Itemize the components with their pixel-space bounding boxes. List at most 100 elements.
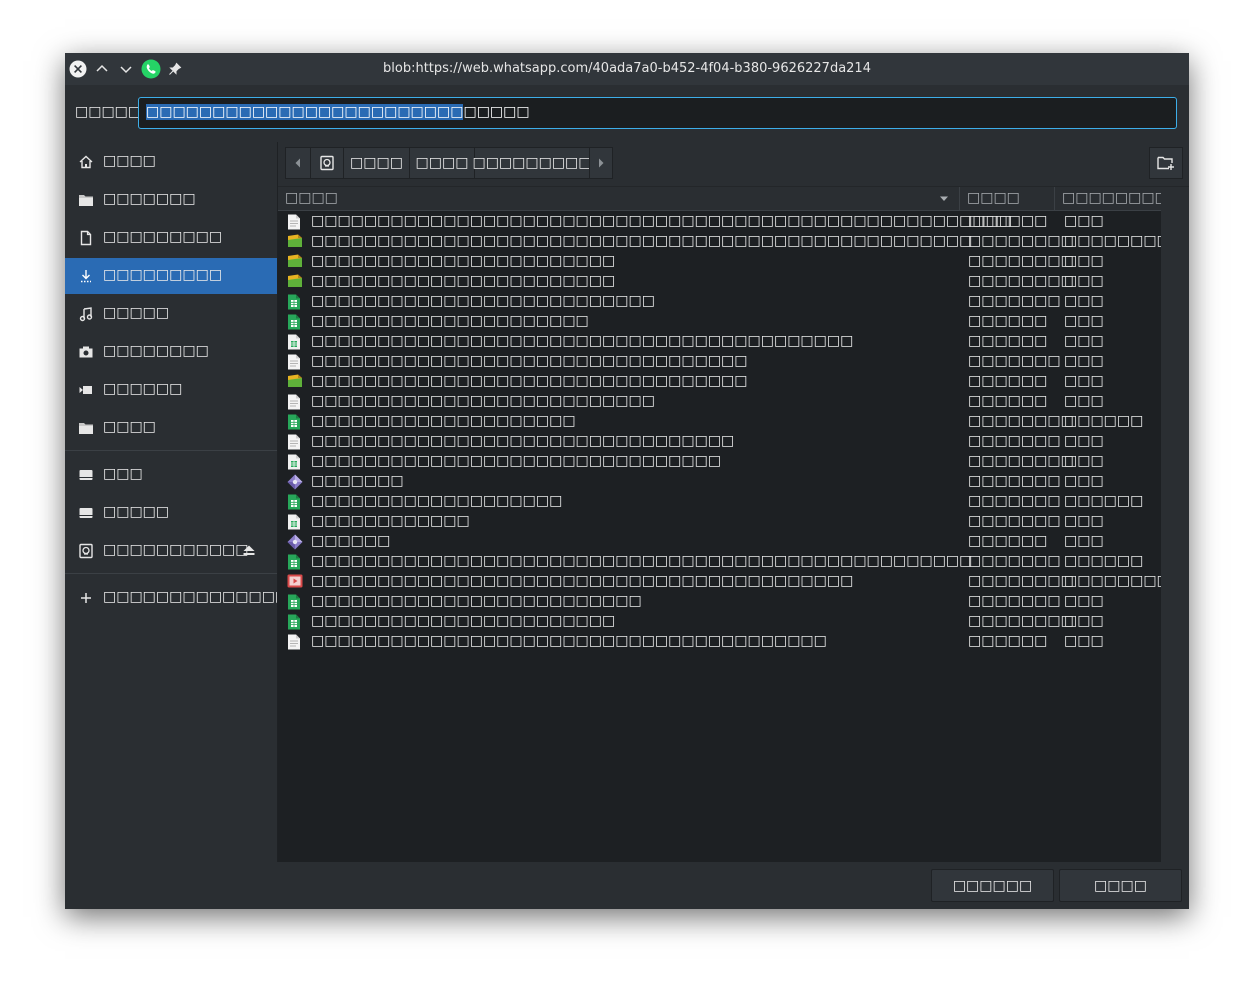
file-row[interactable]: □□□□□□□□□□□□□□□□□□□□□□□□□□□□□□□□□□□□□□□□… [278,332,1162,352]
sidebar-item-drive-2[interactable]: □□□□□ [65,495,277,531]
file-row[interactable]: □□□□□□□□□□□□□□□□□□□□□□□□□□□□□□□□□□□□□□□□… [278,572,1183,592]
file-modified: □□□ [1064,593,1104,609]
new-folder-icon [1157,156,1174,170]
breadcrumb-root-button[interactable] [310,147,344,179]
breadcrumb-back-button[interactable] [285,147,311,179]
file-row[interactable]: □□□□□□□ □□□□□□□ □□□ [278,472,1162,492]
diamond-file-icon [287,534,303,550]
vertical-scrollbar[interactable] [1161,187,1189,862]
save-button[interactable]: □□□□□□ [931,869,1054,902]
file-row[interactable]: □□□□□□□□□□□□□□□□□□□ □□□□□□□ □□□□□□ [278,492,1162,512]
file-size: □□□□□□□ [968,513,1061,529]
file-browser: □□□□ □□□□ □□□□□□□□□ □□□□ □□□□ □□□□□□□□ □… [277,142,1189,862]
file-row[interactable]: □□□□□□□□□□□□□□□□□□□□□□□□□□□□□□□□□□□□□□□□… [278,552,1162,572]
music-icon [78,306,94,322]
filename-input[interactable]: □□□□□□□□□□□□□□□□□□□□□□□□□□□□□ [138,97,1177,129]
file-save-dialog: blob:https://web.whatsapp.com/40ada7a0-b… [65,53,1189,909]
sidebar-item-music[interactable]: □□□□□ [65,296,277,332]
file-row[interactable]: □□□□□□□□□□□□ □□□□□□□ □□□ [278,512,1162,532]
column-header-modified[interactable]: □□□□□□□□ [1062,190,1168,206]
file-name: □□□□□□□□□□□□□□□□□□□ [311,493,563,509]
file-size: □□□□□□ [968,533,1048,549]
breadcrumb-forward-button[interactable] [589,147,613,179]
file-size: □□□□□□ [968,333,1048,349]
file-name: □□□□□□□□□□□□□□□□□□□□□□□□□□□□□□□□□□□□□□□ [311,633,827,649]
file-modified: □□□□□□ [1064,493,1144,509]
file-row[interactable]: □□□□□□□□□□□□□□□□□□□□□□□□□□□□□□□□□□ [278,272,1162,292]
sidebar-item-drive[interactable]: □□□ [65,457,277,493]
text-file-icon [287,394,301,410]
file-modified: □□□ [1064,433,1104,449]
sidebar-item-downloads[interactable]: □□□□□□□□□ [65,258,277,294]
file-modified: □□□ [1064,533,1104,549]
sidebar-item-label: □□□□□□ [103,381,183,397]
spreadsheet-file-icon [287,294,301,310]
file-size: □□□□□□□ [968,293,1061,309]
sidebar-item-removable[interactable]: □□□□□□□□□□□ [65,533,277,569]
spreadsheet-file-icon [287,554,301,570]
file-name: □□□□□□□□□□□□□□□□□□□□□□□□□□□□□□□□ [311,433,735,449]
file-size: □□□□□□□ [968,493,1061,509]
file-size: □□□□□□□□ [968,453,1074,469]
filename-selected-text: □□□□□□□□□□□□□□□□□□□□□□□□ [146,104,464,120]
sidebar-item-home[interactable]: □□□□ [65,144,277,180]
image-file-icon [287,374,302,390]
sidebar-item-videos[interactable]: □□□□□□ [65,372,277,408]
file-row[interactable]: □□□□□□ □□□□□□ □□□ [278,532,1162,552]
file-name: □□□□□□□□□□□□□□□□□□□□□□□□□□□□□□□□□ [311,353,748,369]
sidebar-item-documents[interactable]: □□□□□□□□□ [65,220,277,256]
breadcrumb-item-current[interactable]: □□□□□□□□□ [472,147,592,179]
file-size: □□□□□□□ [968,593,1061,609]
file-row[interactable]: □□□□□□□□□□□□□□□□□□□□□□□□□□□□□□□□□□□□□□□□… [278,632,1162,652]
file-name: □□□□□□□□□□□□□□□□□□□□□□□□□□□□□□□□□□□□□□□□… [311,213,1013,229]
sidebar-item-label: □□□□□□□□□ [103,267,223,283]
eject-icon[interactable] [242,543,256,561]
file-row[interactable]: □□□□□□□□□□□□□□□□□□□□□□□□□□□□□□□□□□□ [278,392,1162,412]
sidebar-item-pictures[interactable]: □□□□□□□□ [65,334,277,370]
file-row[interactable]: □□□□□□□□□□□□□□□□□□□□□□□□□□□□□□□□□□□□□□□□… [278,432,1162,452]
file-row[interactable]: □□□□□□□□□□□□□□□□□□□□□□□□□□□□□□□□□□□□□□□□… [278,232,1183,252]
removable-drive-icon [320,155,334,171]
diamond-file-icon [287,474,303,490]
sidebar-item-other-locations[interactable]: □□□□□□□□□□□□□□□ [65,580,301,616]
column-header-size[interactable]: □□□□ [967,190,1020,206]
sidebar-item-label: □□□□ [103,419,156,435]
spreadsheet-file-icon [287,594,301,610]
file-rows: □□□□□□□□□□□□□□□□□□□□□□□□□□□□□□□□□□□□□□□□… [278,212,1183,652]
column-header-name[interactable]: □□□□ [285,190,338,206]
file-modified: □□□ [1064,253,1104,269]
breadcrumb-item[interactable]: □□□□ [343,147,410,179]
file-row[interactable]: □□□□□□□□□□□□□□□□□□□□□□□□□□ □□□□□□□ □□□ [278,292,1162,312]
file-size: □□□□□□□□ [968,273,1074,289]
file-modified: □□□ [1064,473,1104,489]
sidebar-item-label: □□□□□□□ [103,191,196,207]
image-file-icon [287,254,302,270]
file-size: □□□□□□ [968,633,1048,649]
file-row[interactable]: □□□□□□□□□□□□□□□□□□□□□ □□□□□□ □□□ [278,312,1162,332]
sidebar-item-desktop[interactable]: □□□□□□□ [65,182,277,218]
file-modified: □□□ [1064,373,1104,389]
camera-icon [78,344,94,360]
file-row[interactable]: □□□□□□□□□□□□□□□□□□□□□□□□□□□□□□□□□□□□□□□□… [278,212,1162,232]
file-row[interactable]: □□□□□□□□□□□□□□□□□□□□□□□□□□□□□□□□□□ [278,412,1162,432]
sidebar-item-folder[interactable]: □□□□ [65,410,277,446]
column-divider [1054,187,1055,211]
file-list: □□□□ □□□□ □□□□□□□□ □□□□□□□□□□□□□□□□□□□□□… [278,187,1183,862]
window-title: blob:https://web.whatsapp.com/40ada7a0-b… [383,61,871,76]
create-folder-button[interactable] [1149,147,1183,179]
file-row[interactable]: □□□□□□□□□□□□□□□□□□□□□□□□□□□□□□□□□□□□□□□□… [278,372,1162,392]
file-name: □□□□□□□□□□□□□□□□□□□□ [311,413,576,429]
file-row[interactable]: □□□□□□□□□□□□□□□□□□□□□□□□□□□□□□□□□□ [278,252,1162,272]
file-row[interactable]: □□□□□□□□□□□□□□□□□□□□□□□□□□□□□□□□□□□□□□□□… [278,352,1162,372]
file-row[interactable]: □□□□□□□□□□□□□□□□□□□□□□□□□□□□□□□□□□□□□□□□… [278,452,1162,472]
text-file-icon [287,214,301,230]
sidebar-item-label: □□□□□□□□□□□ [103,542,249,558]
cancel-button[interactable]: □□□□ [1059,869,1182,902]
path-bar: □□□□ □□□□ □□□□□□□□□ [278,142,1189,186]
spreadsheet-doc-icon [287,514,301,530]
file-row[interactable]: □□□□□□□□□□□□□□□□□□□□□□□□□□□□□□□□□□□ [278,592,1162,612]
places-sidebar: □□□□ □□□□□□□ □□□□□□□□□ □□□□□□□□□ □□□□□ □… [65,142,301,862]
file-row[interactable]: □□□□□□□□□□□□□□□□□□□□□□□□□□□□□□□□□□ [278,612,1162,632]
breadcrumb-item[interactable]: □□□□ [409,147,475,179]
video-icon [78,382,94,398]
